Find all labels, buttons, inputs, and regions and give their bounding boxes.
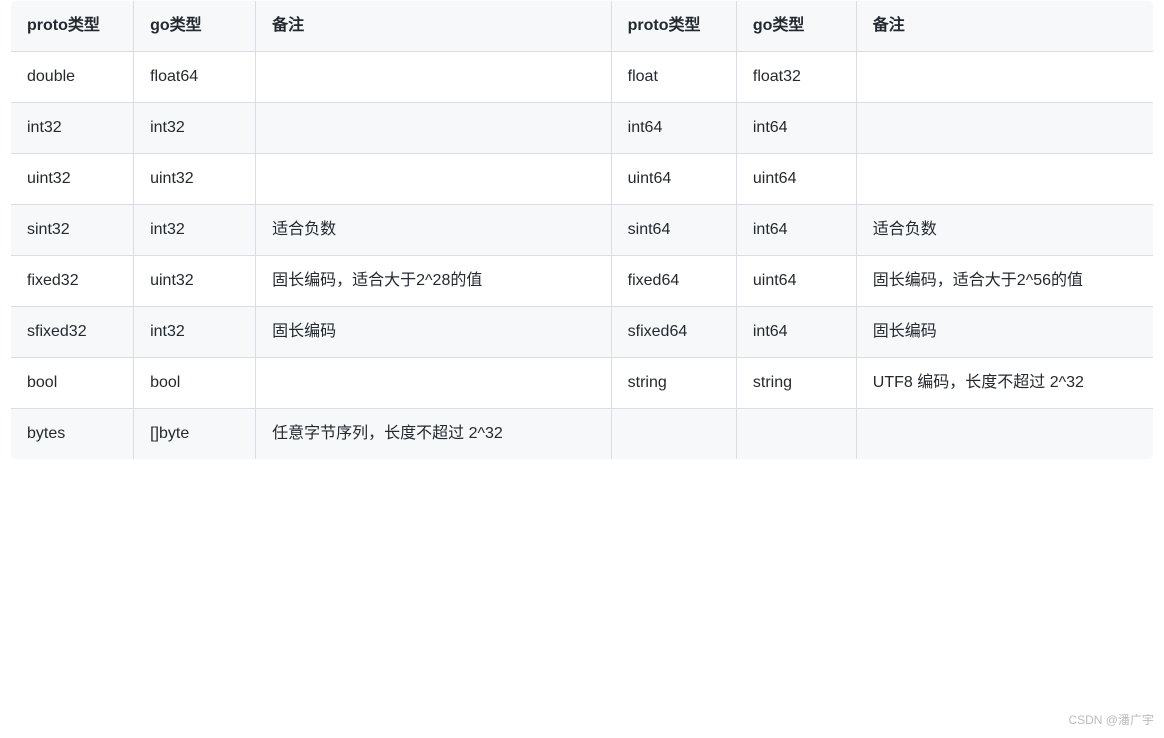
cell-proto1: bytes	[11, 409, 134, 460]
cell-proto2	[611, 409, 736, 460]
header-go-type-1: go类型	[134, 1, 256, 52]
cell-note1: 固长编码，适合大于2^28的值	[256, 256, 612, 307]
cell-proto1: sint32	[11, 205, 134, 256]
cell-note2: 适合负数	[856, 205, 1153, 256]
table-header-row: proto类型 go类型 备注 proto类型 go类型 备注	[11, 1, 1154, 52]
cell-note1	[256, 52, 612, 103]
cell-note2: 固长编码，适合大于2^56的值	[856, 256, 1153, 307]
cell-note2	[856, 154, 1153, 205]
cell-proto2: sint64	[611, 205, 736, 256]
cell-proto2: fixed64	[611, 256, 736, 307]
table-row: boolboolstringstringUTF8 编码，长度不超过 2^32	[11, 358, 1154, 409]
cell-go2: int64	[736, 103, 856, 154]
cell-go1: uint32	[134, 154, 256, 205]
cell-go1: bool	[134, 358, 256, 409]
cell-note2	[856, 52, 1153, 103]
cell-proto1: fixed32	[11, 256, 134, 307]
header-note-2: 备注	[856, 1, 1153, 52]
cell-go2: int64	[736, 307, 856, 358]
table-body: doublefloat64floatfloat32int32int32int64…	[11, 52, 1154, 460]
cell-proto1: sfixed32	[11, 307, 134, 358]
table-row: doublefloat64 floatfloat32	[11, 52, 1154, 103]
cell-proto2: int64	[611, 103, 736, 154]
cell-proto2: uint64	[611, 154, 736, 205]
proto-go-type-table: proto类型 go类型 备注 proto类型 go类型 备注 doublefl…	[10, 0, 1154, 460]
table-row: sfixed32int32固长编码sfixed64int64固长编码	[11, 307, 1154, 358]
cell-note1: 适合负数	[256, 205, 612, 256]
cell-proto2: sfixed64	[611, 307, 736, 358]
cell-note1	[256, 358, 612, 409]
cell-note1: 任意字节序列，长度不超过 2^32	[256, 409, 612, 460]
cell-note1	[256, 154, 612, 205]
table-row: uint32uint32 uint64uint64	[11, 154, 1154, 205]
cell-go1: int32	[134, 307, 256, 358]
header-proto-type-1: proto类型	[11, 1, 134, 52]
cell-note2: 固长编码	[856, 307, 1153, 358]
cell-proto1: int32	[11, 103, 134, 154]
cell-go2: uint64	[736, 154, 856, 205]
cell-proto1: uint32	[11, 154, 134, 205]
watermark-text: CSDN @潘广宇	[1068, 711, 1154, 728]
header-go-type-2: go类型	[736, 1, 856, 52]
cell-proto1: double	[11, 52, 134, 103]
header-proto-type-2: proto类型	[611, 1, 736, 52]
cell-go2: float32	[736, 52, 856, 103]
cell-note1: 固长编码	[256, 307, 612, 358]
table-row: bytes[]byte任意字节序列，长度不超过 2^32	[11, 409, 1154, 460]
cell-note1	[256, 103, 612, 154]
table-row: sint32int32适合负数sint64int64适合负数	[11, 205, 1154, 256]
cell-proto2: string	[611, 358, 736, 409]
cell-proto1: bool	[11, 358, 134, 409]
table-row: fixed32uint32固长编码，适合大于2^28的值fixed64uint6…	[11, 256, 1154, 307]
cell-go2: int64	[736, 205, 856, 256]
cell-note2	[856, 103, 1153, 154]
cell-go2: uint64	[736, 256, 856, 307]
cell-proto2: float	[611, 52, 736, 103]
cell-go1: float64	[134, 52, 256, 103]
table-row: int32int32 int64int64	[11, 103, 1154, 154]
cell-go1: int32	[134, 205, 256, 256]
cell-go1: uint32	[134, 256, 256, 307]
cell-note2: UTF8 编码，长度不超过 2^32	[856, 358, 1153, 409]
cell-note2	[856, 409, 1153, 460]
cell-go2	[736, 409, 856, 460]
header-note-1: 备注	[256, 1, 612, 52]
cell-go1: []byte	[134, 409, 256, 460]
cell-go2: string	[736, 358, 856, 409]
cell-go1: int32	[134, 103, 256, 154]
